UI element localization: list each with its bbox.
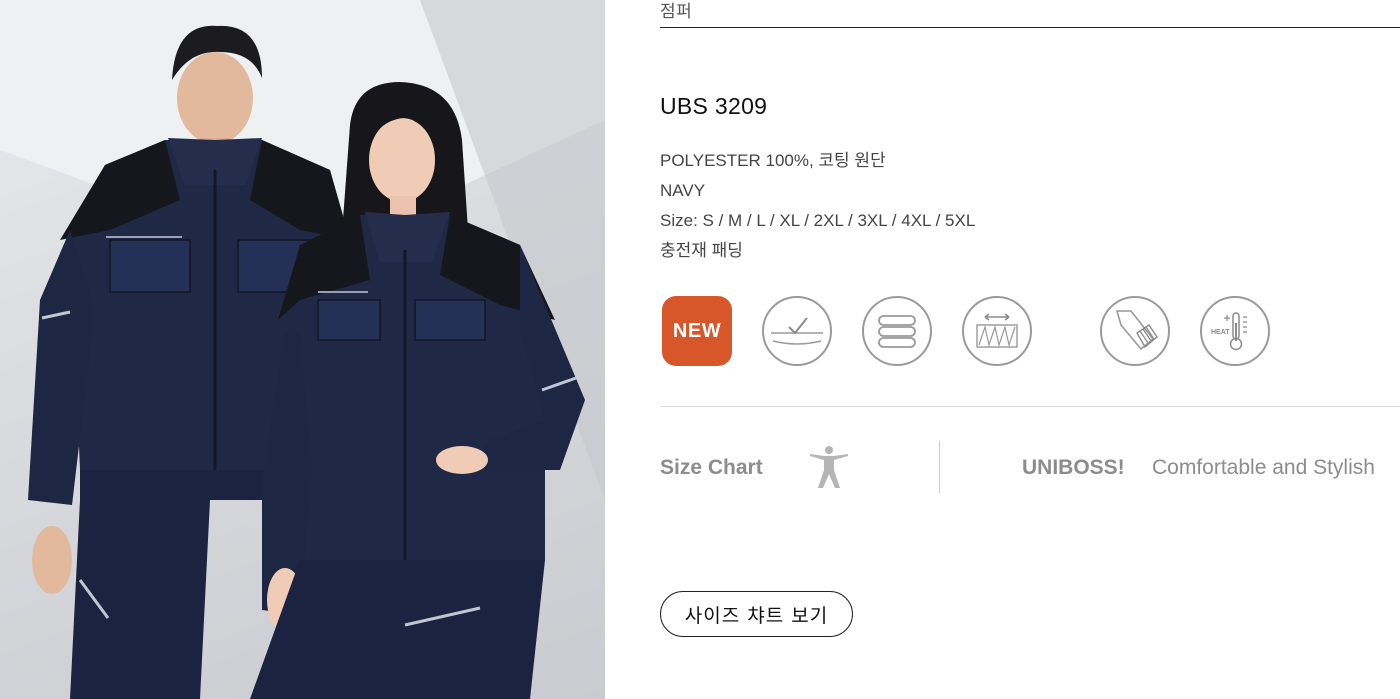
vertical-divider [939,441,940,493]
product-specs: POLYESTER 100%, 코팅 원단 NAVY Size: S / M /… [660,146,975,266]
body-measure-icon [810,446,848,488]
view-size-chart-button[interactable]: 사이즈 챠트 보기 [660,591,853,637]
size-chart-label: Size Chart [660,456,763,479]
spec-filling: 충전재 패딩 [660,241,743,260]
padding-layers-icon [862,296,932,366]
svg-text:HEAT: HEAT [1211,329,1230,336]
product-photo [0,0,605,699]
waterproof-check-icon [762,296,832,366]
new-badge: NEW [662,296,732,366]
product-category: 점퍼 [660,2,693,21]
brand-name: UNIBOSS! [1022,456,1125,479]
section-divider [660,406,1400,407]
spec-color: NAVY [660,181,706,200]
heat-thermometer-icon: HEAT [1200,296,1270,366]
cuff-rib-icon [1100,296,1170,366]
models-wearing-jacket-image [0,0,605,699]
spec-sizes: Size: S / M / L / XL / 2XL / 3XL / 4XL /… [660,211,976,230]
brand-slogan: Comfortable and Stylish [1152,456,1375,479]
product-name: UBS 3209 [660,93,768,119]
category-divider [660,27,1400,28]
feature-icons: NEW HEAT [662,296,1282,366]
stretch-fabric-icon [962,296,1032,366]
spec-material: POLYESTER 100%, 코팅 원단 [660,151,886,170]
